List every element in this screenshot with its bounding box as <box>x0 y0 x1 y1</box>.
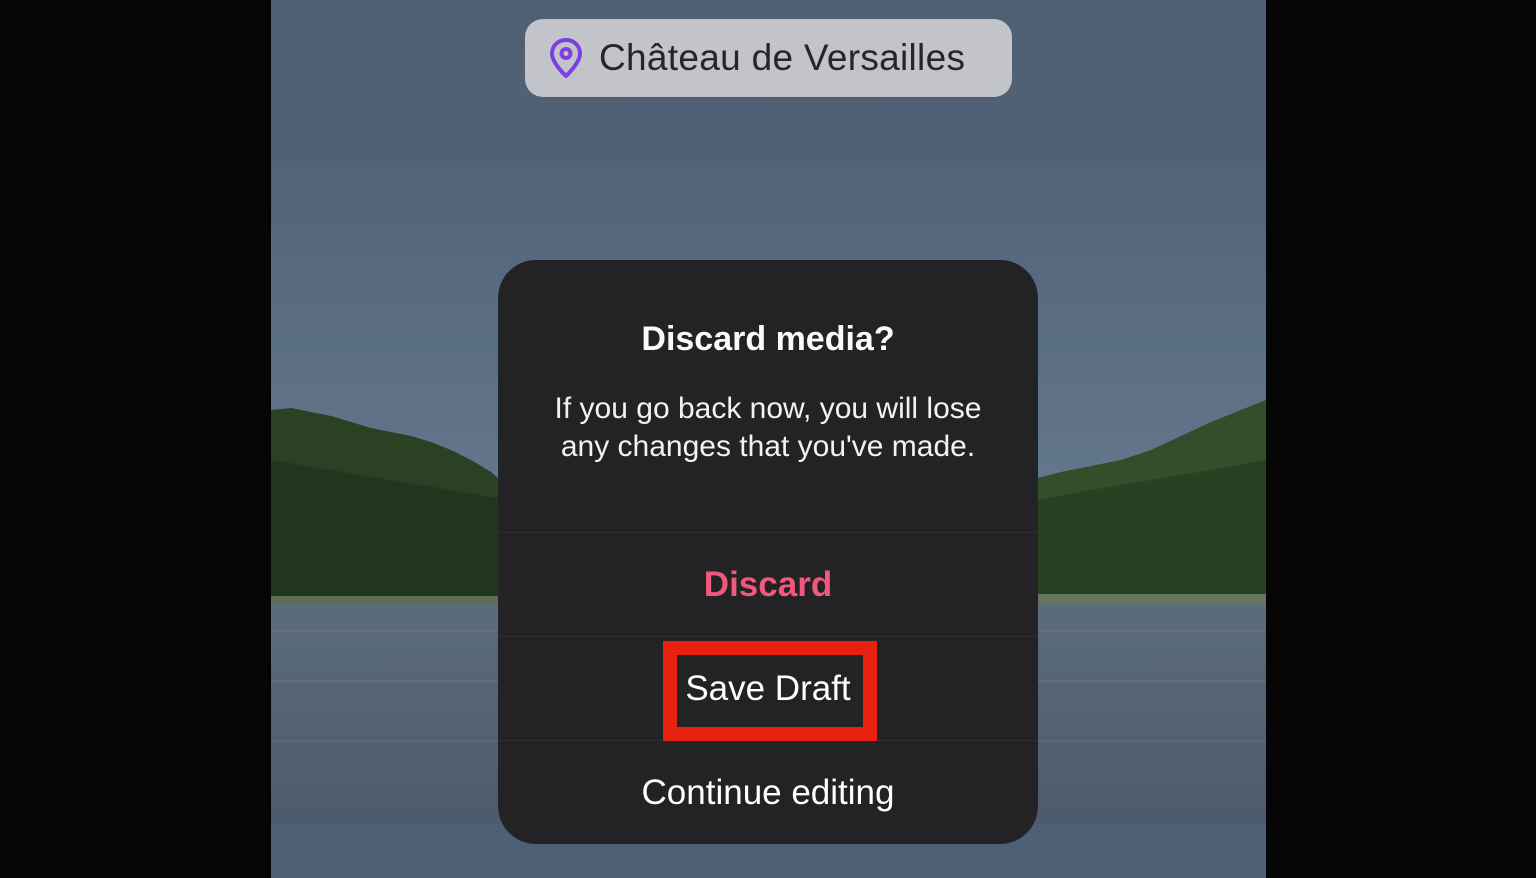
dialog-message-line-1: If you go back now, you will lose <box>554 392 982 425</box>
continue-editing-button[interactable]: Continue editing <box>498 741 1038 844</box>
location-name: Château de Versailles <box>599 37 966 78</box>
save-draft-button[interactable]: Save Draft <box>498 637 1038 740</box>
phone-screen: Château de Versailles Discard media? If … <box>271 0 1266 878</box>
discard-dialog: Discard media? If you go back now, you w… <box>498 260 1038 844</box>
location-pin-icon <box>549 38 583 78</box>
discard-button[interactable]: Discard <box>498 533 1038 636</box>
dialog-message: If you go back now, you will lose any ch… <box>528 390 1008 466</box>
location-tag[interactable]: Château de Versailles <box>525 19 1012 97</box>
dialog-title: Discard media? <box>641 320 895 358</box>
letterbox-right <box>1266 0 1536 878</box>
dialog-message-line-2: any changes that you've made. <box>560 430 976 463</box>
letterbox-left <box>0 0 271 878</box>
